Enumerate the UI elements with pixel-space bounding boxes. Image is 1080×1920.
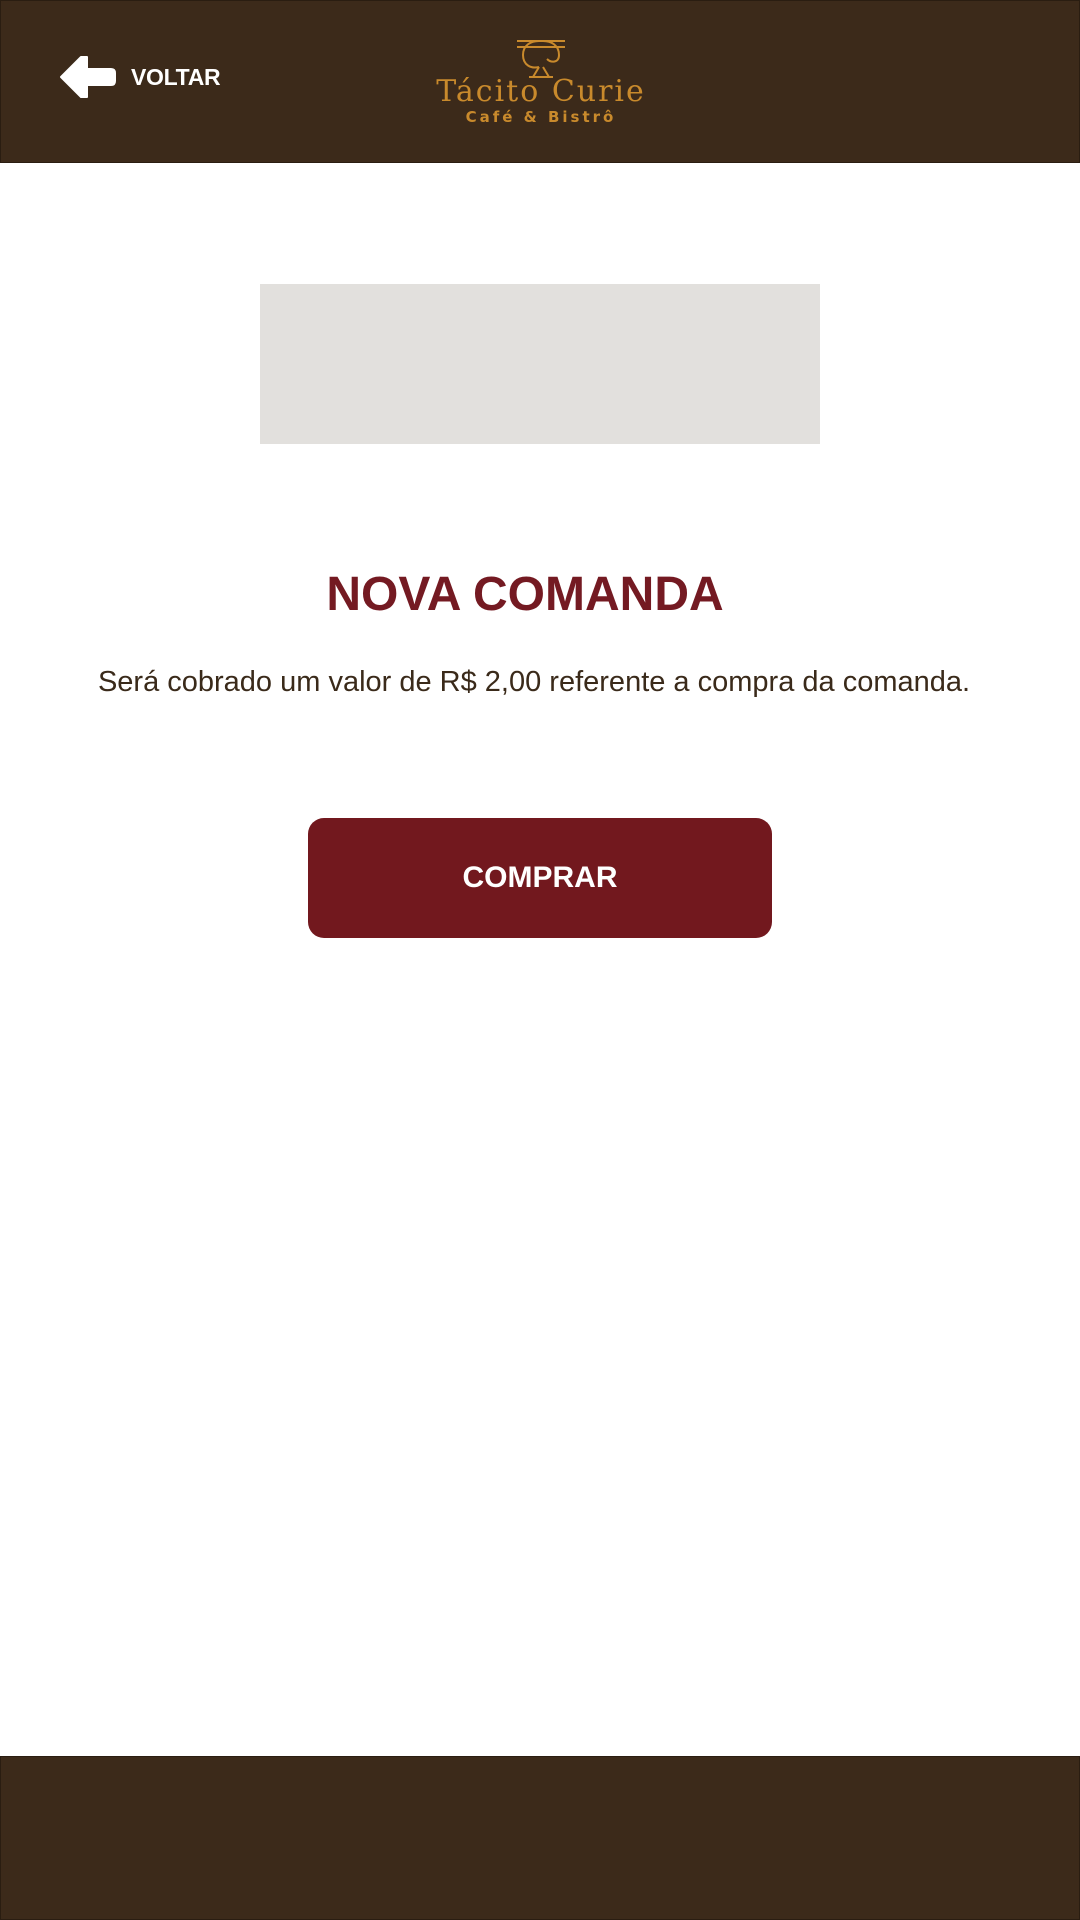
page-title: NOVA COMANDA xyxy=(326,568,724,621)
image-placeholder xyxy=(260,284,820,444)
brand-logo: Tácito Curie Café & Bistrô xyxy=(421,33,661,135)
back-label: VOLTAR xyxy=(131,63,221,90)
charge-description: Será cobrado um valor de R$ 2,00 referen… xyxy=(97,666,971,698)
header-bar: VOLTAR Tácito Curie Café & Bistrô xyxy=(0,0,1080,163)
app-screen: VOLTAR Tácito Curie Café & Bistrô NOVA C… xyxy=(0,0,1080,1920)
arrow-left-icon xyxy=(60,56,116,98)
back-button[interactable]: VOLTAR xyxy=(59,53,221,101)
buy-button[interactable]: COMPRAR xyxy=(308,818,772,938)
brand-tagline: Café & Bistrô xyxy=(465,108,617,126)
brand-name: Tácito Curie xyxy=(436,74,646,109)
tc-monogram-icon xyxy=(517,40,565,78)
footer-bar xyxy=(0,1756,1080,1920)
